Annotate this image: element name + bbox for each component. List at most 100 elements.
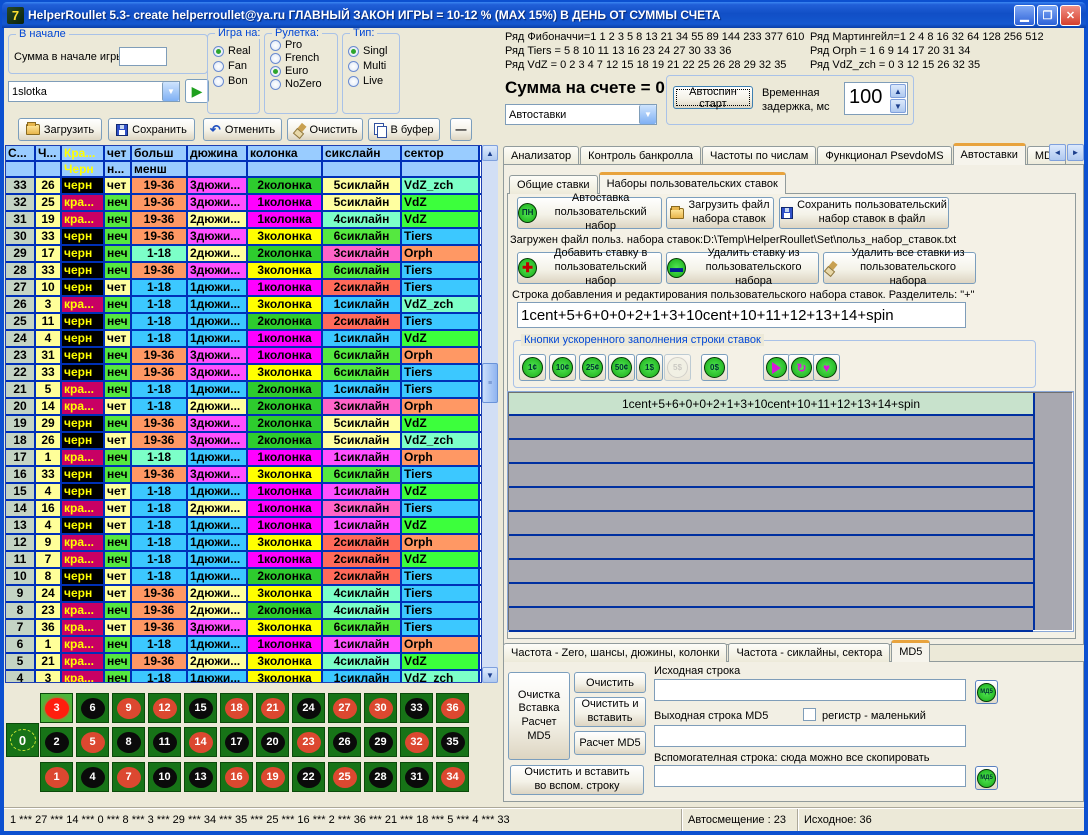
board-number-35[interactable]: 35 bbox=[436, 727, 469, 757]
bet-list-row[interactable] bbox=[509, 560, 1033, 584]
board-number-26[interactable]: 26 bbox=[328, 727, 361, 757]
main-tab-1[interactable]: Контроль банкролла bbox=[580, 146, 701, 165]
table-row[interactable]: 2917черннеч1-182дюжи...2колонка3сиклайнO… bbox=[6, 246, 481, 263]
main-tab-3[interactable]: Функционал PsevdoMS bbox=[817, 146, 951, 165]
board-number-10[interactable]: 10 bbox=[148, 762, 181, 792]
board-number-34[interactable]: 34 bbox=[436, 762, 469, 792]
table-row[interactable]: 171кра...неч1-181дюжи...1колонка1сиклайн… bbox=[6, 450, 481, 467]
table-row[interactable]: 3326чернчет19-363дюжи...2колонка5сиклайн… bbox=[6, 178, 481, 195]
chevron-down-icon[interactable]: ▼ bbox=[162, 82, 179, 101]
board-number-1[interactable]: 1 bbox=[40, 762, 73, 792]
sub-tab-1[interactable]: Наборы пользовательских ставок bbox=[599, 172, 786, 194]
main-tab-4[interactable]: Автоставки bbox=[953, 143, 1026, 165]
tab-scroll-right-icon[interactable]: ► bbox=[1067, 144, 1084, 161]
board-number-18[interactable]: 18 bbox=[220, 693, 253, 723]
tab-scroll-left-icon[interactable]: ◄ bbox=[1049, 144, 1066, 161]
md5-aux-input[interactable] bbox=[654, 765, 966, 787]
radio-multi[interactable]: Multi bbox=[348, 60, 399, 72]
board-number-31[interactable]: 31 bbox=[400, 762, 433, 792]
table-scrollbar[interactable]: ▲ ≡ ▼ bbox=[482, 145, 498, 683]
board-number-12[interactable]: 12 bbox=[148, 693, 181, 723]
minimize-button[interactable]: ▁ bbox=[1014, 5, 1035, 26]
table-row[interactable]: 154чернчет1-181дюжи...1колонка1сиклайнVd… bbox=[6, 484, 481, 501]
board-number-25[interactable]: 25 bbox=[328, 762, 361, 792]
main-tab-0[interactable]: Анализатор bbox=[503, 146, 579, 165]
md5-calc-button[interactable]: Расчет MD5 bbox=[574, 731, 646, 755]
remove-all-bets-button[interactable]: Удалить все ставки из пользовательского … bbox=[823, 252, 976, 284]
radio-french[interactable]: French bbox=[270, 52, 337, 64]
radio-live[interactable]: Live bbox=[348, 75, 399, 87]
table-row[interactable]: 1633черннеч19-363дюжи...3колонка6сиклайн… bbox=[6, 467, 481, 484]
copy-buffer-button[interactable]: В буфер bbox=[368, 118, 440, 141]
table-row[interactable]: 244чернчет1-181дюжи...1колонка1сиклайнVd… bbox=[6, 331, 481, 348]
board-number-15[interactable]: 15 bbox=[184, 693, 217, 723]
board-number-21[interactable]: 21 bbox=[256, 693, 289, 723]
board-number-24[interactable]: 24 bbox=[292, 693, 325, 723]
radio-fan[interactable]: Fan bbox=[213, 60, 259, 72]
board-number-32[interactable]: 32 bbox=[400, 727, 433, 757]
md5-clear-button[interactable]: Очистить bbox=[574, 672, 646, 693]
board-number-7[interactable]: 7 bbox=[112, 762, 145, 792]
add-bet-button[interactable]: ✚ Добавить ставку в пользовательский наб… bbox=[517, 252, 662, 284]
table-row[interactable]: 61кра...неч1-181дюжи...1колонка1сиклайнO… bbox=[6, 637, 481, 654]
autostake-user-set-button[interactable]: ПН Автоставка пользовательский набор bbox=[517, 197, 662, 229]
table-row[interactable]: 3225кра...неч19-363дюжи...1колонка5сикла… bbox=[6, 195, 481, 212]
md5-output-input[interactable] bbox=[654, 725, 966, 747]
board-number-20[interactable]: 20 bbox=[256, 727, 289, 757]
case-checkbox[interactable] bbox=[803, 708, 816, 721]
bottom-tab-2[interactable]: MD5 bbox=[891, 640, 930, 662]
md5-calc-source-button[interactable]: МД5 bbox=[975, 680, 998, 704]
load-bet-file-button[interactable]: Загрузить файл набора ставок bbox=[666, 197, 774, 229]
md5-clear-and-paste-button[interactable]: Очистить и вставить bbox=[574, 697, 646, 727]
bet-list-row[interactable] bbox=[509, 608, 1033, 632]
bet-list-row[interactable] bbox=[509, 440, 1033, 464]
table-row[interactable]: 263кра...неч1-181дюжи...3колонка1сиклайн… bbox=[6, 297, 481, 314]
table-row[interactable]: 2833черннеч19-363дюжи...3колонка6сиклайн… bbox=[6, 263, 481, 280]
radio-singl[interactable]: Singl bbox=[348, 45, 399, 57]
play-preset-button[interactable]: ▶ bbox=[185, 79, 209, 103]
remove-bet-button[interactable]: ▬ Удалить ставку из пользовательского на… bbox=[666, 252, 819, 284]
spinner-down-icon[interactable]: ▼ bbox=[890, 99, 906, 113]
table-row[interactable]: 2014кра...чет1-182дюжи...2колонка3сиклай… bbox=[6, 399, 481, 416]
table-row[interactable]: 43кра...неч1-181дюжи...3колонка1сиклайнV… bbox=[6, 671, 481, 683]
board-number-9[interactable]: 9 bbox=[112, 693, 145, 723]
table-row[interactable]: 129кра...неч1-181дюжи...3колонка2сиклайн… bbox=[6, 535, 481, 552]
table-row[interactable]: 3033черннеч19-363дюжи...3колонка6сиклайн… bbox=[6, 229, 481, 246]
board-number-27[interactable]: 27 bbox=[328, 693, 361, 723]
board-number-3[interactable]: 3 bbox=[40, 693, 73, 723]
spins-table[interactable]: С...Ч...Кра...четбольшдюжинаколонкасиксл… bbox=[5, 145, 482, 683]
save-button[interactable]: Сохранить bbox=[108, 118, 195, 141]
autospin-start-button[interactable]: Автоспин старт bbox=[673, 86, 753, 109]
board-number-16[interactable]: 16 bbox=[220, 762, 253, 792]
bet-list-row[interactable] bbox=[509, 536, 1033, 560]
bet-list-scroll-area[interactable] bbox=[1037, 393, 1072, 630]
board-zero-cell[interactable]: 0 bbox=[6, 723, 39, 757]
title-bar[interactable]: 7 HelperRoullet 5.3- create helperroulle… bbox=[2, 2, 1086, 28]
radio-euro[interactable]: Euro bbox=[270, 65, 337, 77]
bet-list[interactable]: 1cent+5+6+0+0+2+1+3+10cent+10+11+12+13+1… bbox=[508, 392, 1073, 631]
table-row[interactable]: 1416кра...чет1-182дюжи...1колонка3сиклай… bbox=[6, 501, 481, 518]
collapse-button[interactable]: — bbox=[450, 118, 472, 141]
table-row[interactable]: 1929черннеч19-363дюжи...2колонка5сиклайн… bbox=[6, 416, 481, 433]
bet-list-row[interactable] bbox=[509, 416, 1033, 440]
table-row[interactable]: 521кра...неч19-362дюжи...3колонка4сиклай… bbox=[6, 654, 481, 671]
sub-tab-0[interactable]: Общие ставки bbox=[509, 175, 598, 194]
table-row[interactable]: 215кра...неч1-181дюжи...2колонка1сиклайн… bbox=[6, 382, 481, 399]
spinner-up-icon[interactable]: ▲ bbox=[890, 84, 906, 98]
board-number-33[interactable]: 33 bbox=[400, 693, 433, 723]
board-number-5[interactable]: 5 bbox=[76, 727, 109, 757]
table-row[interactable]: 2233черннеч19-363дюжи...3колонка6сиклайн… bbox=[6, 365, 481, 382]
board-number-36[interactable]: 36 bbox=[436, 693, 469, 723]
bet-list-row[interactable] bbox=[509, 488, 1033, 512]
table-row[interactable]: 1826чернчет19-363дюжи...2колонка5сиклайн… bbox=[6, 433, 481, 450]
scroll-down-icon[interactable]: ▼ bbox=[482, 667, 498, 683]
board-number-23[interactable]: 23 bbox=[292, 727, 325, 757]
mode-combo[interactable]: Автоставки ▼ bbox=[505, 104, 657, 125]
board-number-11[interactable]: 11 bbox=[148, 727, 181, 757]
md5-clear-paste-aux-button[interactable]: Очистить и вставить во вспом. строку bbox=[510, 765, 644, 795]
radio-nozero[interactable]: NoZero bbox=[270, 78, 337, 90]
main-tab-2[interactable]: Частоты по числам bbox=[702, 146, 816, 165]
table-row[interactable]: 823кра...неч19-362дюжи...2колонка4сиклай… bbox=[6, 603, 481, 620]
board-number-14[interactable]: 14 bbox=[184, 727, 217, 757]
md5-source-input[interactable] bbox=[654, 679, 966, 701]
